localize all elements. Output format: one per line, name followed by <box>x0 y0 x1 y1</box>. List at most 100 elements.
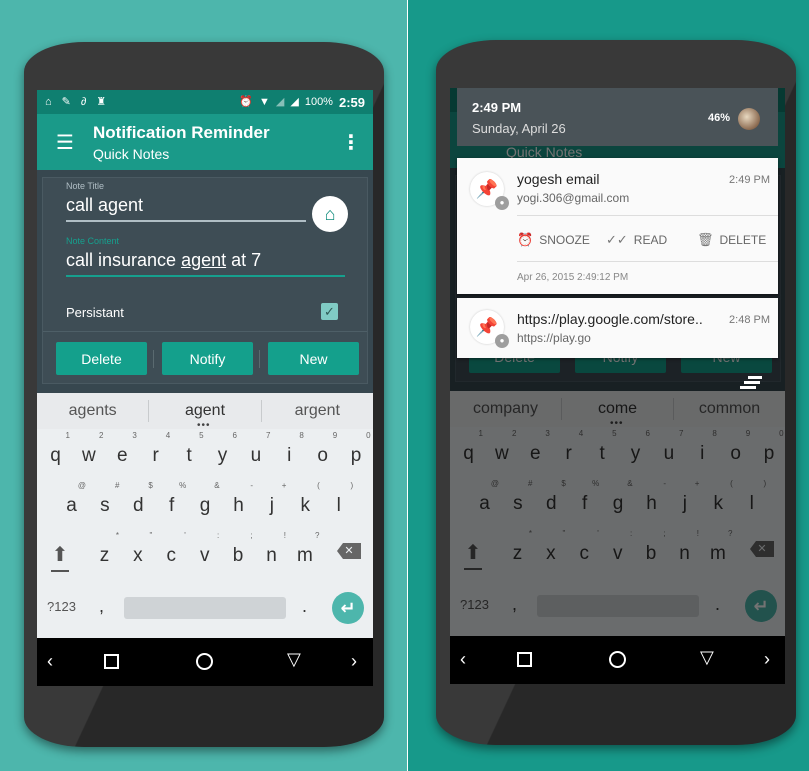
snooze-label: SNOOZE <box>539 233 590 247</box>
key-label: k <box>300 495 311 516</box>
key-label: o <box>317 445 328 466</box>
comma-key[interactable]: , <box>99 596 104 617</box>
key-v[interactable]: :v <box>188 531 221 571</box>
notification-timestamp: Apr 26, 2015 2:49:12 PM <box>517 272 629 283</box>
key-hint: + <box>281 481 287 490</box>
shade-time: 2:49 PM <box>472 100 522 115</box>
wifi-icon: ▼ <box>259 95 270 108</box>
read-action[interactable]: ✓✓ READ <box>606 232 667 248</box>
user-avatar[interactable] <box>738 108 760 130</box>
key-label: f <box>169 495 175 516</box>
suggestion-strip: agents agent argent ••• <box>37 393 373 431</box>
key-j[interactable]: + j <box>255 481 288 521</box>
key-hint: ? <box>314 531 320 540</box>
key-label: a <box>66 495 77 516</box>
key-q[interactable]: 1q <box>39 431 72 471</box>
key-e[interactable]: 3e <box>106 431 139 471</box>
notify-button[interactable]: Notify <box>162 342 253 375</box>
key-d[interactable]: $ d <box>122 481 155 521</box>
key-label: v <box>199 545 210 566</box>
back-arrow-icon[interactable]: ‹ <box>47 652 53 670</box>
notification-time: 2:48 PM <box>729 314 770 326</box>
android-icon: ♜ <box>96 95 107 108</box>
key-label: q <box>50 445 61 466</box>
more-suggestions-icon[interactable]: ••• <box>197 420 211 431</box>
key-hint: ; <box>250 531 253 540</box>
enter-key[interactable]: ↵ <box>332 592 364 624</box>
navigation-bar: ‹ ▽ › <box>37 638 373 686</box>
notification-time: 2:49 PM <box>729 174 770 186</box>
menu-icon[interactable]: ☰ <box>37 130 93 155</box>
app-badge-icon: ● <box>495 334 509 348</box>
suggestion[interactable]: argent <box>262 402 373 420</box>
key-label: j <box>269 495 274 516</box>
key-g[interactable]: & g <box>189 481 222 521</box>
new-button[interactable]: New <box>268 342 359 375</box>
key-i[interactable]: 8i <box>273 431 306 471</box>
home-button[interactable] <box>196 653 213 670</box>
shade-header: 2:49 PM Sunday, April 26 46% <box>457 88 778 146</box>
delete-action[interactable]: 🗑 DELETE <box>697 232 766 248</box>
backspace-key[interactable]: ✕ <box>337 543 361 559</box>
recents-button[interactable] <box>104 654 119 669</box>
key-m[interactable]: ? m <box>288 531 321 571</box>
recents-button[interactable] <box>517 652 532 667</box>
home-button[interactable] <box>609 651 626 668</box>
suggestion[interactable]: agent <box>149 402 260 420</box>
notification-card[interactable]: 📌 ● yogesh email yogi.306@gmail.com 2:49… <box>457 158 778 294</box>
suggestion[interactable]: agents <box>37 402 148 420</box>
note-title-input[interactable]: call agent <box>66 195 143 216</box>
key-o[interactable]: 9o <box>306 431 339 471</box>
forward-arrow-icon[interactable]: › <box>351 652 357 670</box>
home-button[interactable]: ⌂ <box>312 196 348 232</box>
symbols-key[interactable]: ?123 <box>47 599 76 614</box>
key-f[interactable]: % f <box>155 481 188 521</box>
note-content-input[interactable]: call insurance agent at 7 <box>66 250 261 271</box>
back-triangle-icon[interactable]: ▽ <box>287 650 301 668</box>
delete-button[interactable]: Delete <box>56 342 147 375</box>
forward-arrow-icon[interactable]: › <box>764 650 770 668</box>
key-s[interactable]: # s <box>88 481 121 521</box>
persistent-label: Persistant <box>66 305 124 320</box>
key-b[interactable]: ; b <box>222 531 255 571</box>
key-z[interactable]: * z <box>88 531 121 571</box>
key-l[interactable]: ) l <box>322 481 355 521</box>
key-a[interactable]: @ a <box>55 481 88 521</box>
content-text-composing: agent <box>181 250 227 270</box>
persistent-checkbox[interactable]: ✓ <box>321 303 338 320</box>
key-hint: 5 <box>199 431 204 440</box>
key-w[interactable]: 2w <box>72 431 105 471</box>
key-p[interactable]: 0p <box>340 431 373 471</box>
notification-card[interactable]: 📌 ● https://play.google.com/store.. http… <box>457 298 778 358</box>
key-hint: - <box>250 481 253 490</box>
battery-level: 46% <box>708 112 731 124</box>
signal-empty-icon: ◢ <box>275 95 285 108</box>
key-row-1: 1q2w3e4r5t6y7u8i9o0p <box>37 431 373 471</box>
key-y[interactable]: 6y <box>206 431 239 471</box>
snooze-action[interactable]: ⏰ SNOOZE <box>517 232 590 248</box>
key-n[interactable]: ! n <box>255 531 288 571</box>
key-c[interactable]: ' c <box>155 531 188 571</box>
status-bar: ⌂ ✎ ∂ ♜ ⏰ ▼ ◢ ◢ 100% 2:59 <box>37 90 373 114</box>
key-u[interactable]: 7u <box>239 431 272 471</box>
back-arrow-icon[interactable]: ‹ <box>460 650 466 668</box>
key-r[interactable]: 4r <box>139 431 172 471</box>
period-key[interactable]: . <box>302 596 307 617</box>
key-k[interactable]: (k <box>289 481 322 521</box>
paperclip-icon: ∂ <box>80 95 87 108</box>
delete-label: DELETE <box>719 233 767 247</box>
clear-all-icon[interactable] <box>740 376 762 392</box>
shift-key[interactable]: ⬆ <box>46 542 74 572</box>
key-x[interactable]: " x <box>121 531 154 571</box>
key-label: m <box>296 545 313 566</box>
back-triangle-icon[interactable]: ▽ <box>700 648 714 666</box>
space-key[interactable] <box>124 597 286 619</box>
key-t[interactable]: 5t <box>173 431 206 471</box>
phone-left: ⌂ ✎ ∂ ♜ ⏰ ▼ ◢ ◢ 100% 2:59 ☰ Notification… <box>24 42 384 747</box>
key-h[interactable]: -h <box>222 481 255 521</box>
key-label: d <box>133 495 144 516</box>
key-label: r <box>152 445 159 466</box>
note-content-label: Note Content <box>66 236 120 246</box>
key-hint: % <box>179 481 187 490</box>
overflow-menu-icon[interactable]: ⋮ <box>329 130 373 155</box>
